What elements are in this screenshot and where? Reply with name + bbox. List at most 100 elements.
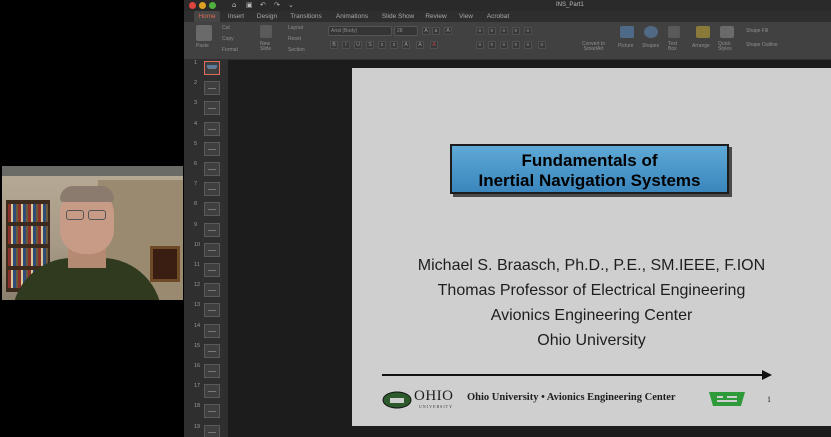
font-color-icon[interactable]: A <box>430 41 438 49</box>
tab-acrobat[interactable]: Acrobat <box>484 11 512 22</box>
slide-thumbnail-15[interactable]: 15 <box>184 343 228 363</box>
slide-thumbnail-8[interactable]: 8 <box>184 201 228 221</box>
tab-view[interactable]: View <box>456 11 476 22</box>
layout-button[interactable]: Layout <box>288 25 303 31</box>
slide-thumbnail-image[interactable] <box>204 222 220 237</box>
slide-thumbnail-image[interactable] <box>204 141 220 156</box>
tab-home[interactable]: Home <box>194 11 220 22</box>
align-center-icon[interactable]: ≡ <box>488 41 496 49</box>
slide-thumbnail-image[interactable] <box>204 384 220 399</box>
slide-thumbnail-image[interactable] <box>204 404 220 419</box>
undo-icon[interactable]: ↶ <box>260 1 266 10</box>
clear-format-icon[interactable]: A <box>444 27 452 35</box>
slide-thumbnail-image[interactable] <box>204 424 220 437</box>
text-direction-icon[interactable]: ≡ <box>538 41 546 49</box>
slide-thumbnail-6[interactable]: 6 <box>184 161 228 181</box>
shape-fill-button[interactable]: Shape Fill <box>746 28 768 34</box>
save-icon[interactable]: ▣ <box>246 1 253 10</box>
slide-thumbnail-13[interactable]: 13 <box>184 302 228 322</box>
italic-icon[interactable]: I <box>342 41 350 49</box>
slide-thumbnail-image[interactable] <box>204 343 220 358</box>
slide-thumbnail-image[interactable] <box>204 162 220 176</box>
picture-icon[interactable] <box>620 26 634 38</box>
slide-thumbnail-16[interactable]: 16 <box>184 363 228 383</box>
paste-icon[interactable] <box>196 25 212 41</box>
slide[interactable]: Fundamentals of Inertial Navigation Syst… <box>352 68 831 426</box>
bold-icon[interactable]: B <box>330 41 338 49</box>
slide-thumbnail-image[interactable] <box>204 242 220 257</box>
tab-animations[interactable]: Animations <box>332 11 372 22</box>
slide-thumbnail-image[interactable] <box>204 101 220 116</box>
numbering-icon[interactable]: ≡ <box>488 27 496 35</box>
shape-outline-button[interactable]: Shape Outline <box>746 42 778 48</box>
slide-thumbnail-12[interactable]: 12 <box>184 282 228 302</box>
columns-icon[interactable]: ≡ <box>524 41 532 49</box>
ribbon-tabs: Home Insert Design Transitions Animation… <box>184 11 831 22</box>
slide-thumbnail-image[interactable] <box>204 364 220 378</box>
tab-transitions[interactable]: Transitions <box>288 11 324 22</box>
font-name-select[interactable]: Arial (Body) <box>328 26 392 36</box>
align-right-icon[interactable]: ≡ <box>500 41 508 49</box>
align-left-icon[interactable]: ≡ <box>476 41 484 49</box>
slide-thumbnail-5[interactable]: 5 <box>184 141 228 161</box>
tab-review[interactable]: Review <box>424 11 448 22</box>
shapes-icon[interactable] <box>644 26 658 38</box>
decrease-indent-icon[interactable]: ≡ <box>500 27 508 35</box>
underline-icon[interactable]: U <box>354 41 362 49</box>
reset-button[interactable]: Reset <box>288 36 301 42</box>
tab-design[interactable]: Design <box>254 11 280 22</box>
redo-icon[interactable]: ↷ <box>274 1 280 10</box>
change-case-icon[interactable]: A <box>402 41 410 49</box>
quick-styles-icon[interactable] <box>720 26 734 38</box>
zoom-window-icon[interactable] <box>209 2 216 9</box>
cut-button[interactable]: Cut <box>222 25 230 31</box>
slide-thumbnail-11[interactable]: 11 <box>184 262 228 282</box>
slide-thumbnail-7[interactable]: 7 <box>184 181 228 201</box>
slide-thumbnail-image[interactable] <box>204 303 220 318</box>
highlight-icon[interactable]: A <box>416 41 424 49</box>
slide-thumbnail-image[interactable] <box>204 263 220 277</box>
justify-icon[interactable]: ≡ <box>512 41 520 49</box>
section-button[interactable]: Section <box>288 47 305 53</box>
slide-thumbnail-image[interactable] <box>204 81 220 96</box>
author-line: Michael S. Braasch, Ph.D., P.E., SM.IEEE… <box>417 257 766 274</box>
slide-thumbnail-14[interactable]: 14 <box>184 323 228 343</box>
format-painter-button[interactable]: Format <box>222 47 238 53</box>
slide-thumbnail-9[interactable]: 9 <box>184 222 228 242</box>
tab-insert[interactable]: Insert <box>224 11 248 22</box>
slide-thumbnail-18[interactable]: 18 <box>184 403 228 423</box>
slide-thumbnail-17[interactable]: 17 <box>184 383 228 403</box>
close-window-icon[interactable] <box>189 2 196 9</box>
bullets-icon[interactable]: ≡ <box>476 27 484 35</box>
font-size-select[interactable]: 28 <box>394 26 418 36</box>
slide-thumbnail-image[interactable] <box>204 202 220 217</box>
new-slide-icon[interactable] <box>260 25 272 38</box>
slide-thumbnail-image[interactable] <box>204 61 220 75</box>
text-box-icon[interactable] <box>668 26 680 38</box>
increase-indent-icon[interactable]: ≡ <box>512 27 520 35</box>
arrange-icon[interactable] <box>696 26 710 38</box>
shrink-font-icon[interactable]: a <box>432 27 440 35</box>
tab-slide-show[interactable]: Slide Show <box>378 11 418 22</box>
slide-thumbnail-image[interactable] <box>204 121 220 136</box>
slide-thumbnail-image[interactable] <box>204 323 220 338</box>
line-spacing-icon[interactable]: ≡ <box>524 27 532 35</box>
slide-thumbnail-image[interactable] <box>204 283 220 298</box>
copy-button[interactable]: Copy <box>222 36 234 42</box>
more-icon[interactable]: ⌄ <box>288 1 294 10</box>
subscript-icon[interactable]: x <box>390 41 398 49</box>
slide-thumbnail-10[interactable]: 10 <box>184 242 228 262</box>
minimize-window-icon[interactable] <box>199 2 206 9</box>
superscript-icon[interactable]: x <box>378 41 386 49</box>
convert-smartart-button[interactable]: Convert to SmartArt <box>582 42 605 52</box>
home-icon[interactable]: ⌂ <box>232 1 236 10</box>
title-box[interactable]: Fundamentals of Inertial Navigation Syst… <box>450 144 729 194</box>
slide-thumbnail-3[interactable]: 3 <box>184 100 228 120</box>
slide-thumbnail-19[interactable]: 19 <box>184 424 228 437</box>
slide-thumbnail-1[interactable]: 1 <box>184 60 228 80</box>
grow-font-icon[interactable]: A <box>422 27 430 35</box>
slide-thumbnail-image[interactable] <box>204 182 220 197</box>
slide-thumbnail-2[interactable]: 2 <box>184 80 228 100</box>
slide-thumbnail-4[interactable]: 4 <box>184 121 228 141</box>
strikethrough-icon[interactable]: S <box>366 41 374 49</box>
